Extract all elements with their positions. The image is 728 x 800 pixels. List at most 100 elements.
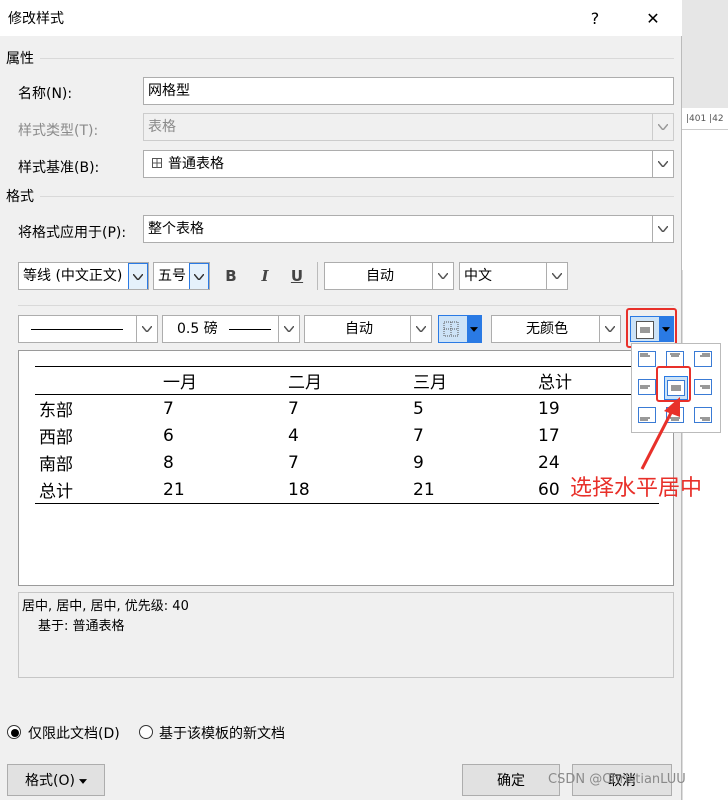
preview-header-cell: 三月 xyxy=(413,373,447,393)
align-top-right-icon[interactable] xyxy=(692,348,714,370)
style-type-select: 表格 xyxy=(143,113,674,141)
preview-row: 南部 8 7 9 24 xyxy=(35,449,659,476)
preview-cell: 7 xyxy=(288,398,299,419)
preview-header-row: 一月 二月 三月 总计 xyxy=(35,366,659,395)
chevron-down-icon xyxy=(410,316,431,342)
chevron-down-icon xyxy=(652,216,673,242)
description-line: 居中, 居中, 居中, 优先级: 40 xyxy=(22,599,189,614)
preview-cell: 西部 xyxy=(39,428,73,448)
preview-cell: 21 xyxy=(413,479,435,500)
borders-button[interactable] xyxy=(438,315,482,343)
apply-to-value: 整个表格 xyxy=(148,221,204,237)
font-color-value: 自动 xyxy=(366,268,394,284)
close-button[interactable]: ✕ xyxy=(640,5,666,31)
watermark: CSDN @ChristianLUU xyxy=(548,772,686,787)
border-weight-select[interactable]: 0.5 磅 xyxy=(162,315,300,343)
script-select[interactable]: 中文 xyxy=(459,262,568,290)
preview-cell: 7 xyxy=(413,425,424,446)
title-bar: 修改样式 ? ✕ xyxy=(0,0,682,36)
font-select[interactable]: 等线 (中文正文) xyxy=(18,262,149,290)
preview-cell: 18 xyxy=(288,479,310,500)
align-top-left-icon[interactable] xyxy=(636,348,658,370)
preview-cell: 21 xyxy=(163,479,185,500)
chevron-down-icon xyxy=(599,316,620,342)
name-label: 名称(N): xyxy=(18,86,73,102)
style-type-label: 样式类型(T): xyxy=(18,123,99,139)
chevron-down-icon xyxy=(467,316,481,342)
shading-select[interactable]: 无颜色 xyxy=(491,315,621,343)
radio-this-document[interactable] xyxy=(7,725,21,739)
preview-row: 总计 21 18 21 60 xyxy=(35,476,659,504)
font-value: 等线 (中文正文) xyxy=(23,268,123,284)
properties-divider xyxy=(40,58,674,59)
underline-button[interactable]: U xyxy=(283,262,311,290)
table-grid-icon xyxy=(152,151,162,177)
italic-button[interactable]: I xyxy=(251,262,279,290)
align-middle-right-icon[interactable] xyxy=(692,376,714,398)
shading-value: 无颜色 xyxy=(526,321,568,337)
background-page xyxy=(682,130,728,270)
line-weight-icon xyxy=(229,329,271,330)
preview-cell: 9 xyxy=(413,452,424,473)
radio-new-template-label[interactable]: 基于该模板的新文档 xyxy=(159,723,285,743)
format-button-label: 格式(O) xyxy=(25,773,75,789)
font-color-select[interactable]: 自动 xyxy=(324,262,454,290)
preview-cell: 东部 xyxy=(39,401,73,421)
toolbar-divider xyxy=(18,305,674,306)
preview-table: 一月 二月 三月 总计 东部 7 7 5 19 西部 6 4 7 17 南部 8… xyxy=(35,366,659,504)
preview-cell: 6 xyxy=(163,425,174,446)
preview-row: 西部 6 4 7 17 xyxy=(35,422,659,449)
caret-down-icon xyxy=(78,772,87,788)
chevron-down-icon xyxy=(136,316,157,342)
help-icon: ? xyxy=(590,8,600,28)
radio-new-template-documents[interactable] xyxy=(139,725,153,739)
preview-header-cell: 二月 xyxy=(288,373,322,393)
properties-section-title: 属性 xyxy=(6,51,34,67)
preview-header-cell xyxy=(35,367,159,395)
help-button[interactable]: ? xyxy=(582,5,608,31)
name-input[interactable]: 网格型 xyxy=(143,77,674,105)
chevron-down-icon xyxy=(128,263,148,289)
radio-this-document-label[interactable]: 仅限此文档(D) xyxy=(28,723,120,743)
border-color-select[interactable]: 自动 xyxy=(304,315,432,343)
style-type-value: 表格 xyxy=(148,119,176,135)
ok-button[interactable]: 确定 xyxy=(462,764,560,796)
font-size-value: 五号 xyxy=(158,268,186,284)
preview-cell: 5 xyxy=(413,398,424,419)
border-color-value: 自动 xyxy=(345,321,373,337)
preview-cell: 总计 xyxy=(39,482,73,502)
border-style-select[interactable] xyxy=(18,315,158,343)
chevron-down-icon xyxy=(546,263,567,289)
chevron-down-icon xyxy=(652,114,673,140)
preview-cell: 7 xyxy=(288,452,299,473)
apply-to-label: 将格式应用于(P): xyxy=(18,225,127,241)
align-bottom-right-icon[interactable] xyxy=(692,404,714,426)
preview-cell: 南部 xyxy=(39,455,73,475)
preview-cell: 7 xyxy=(163,398,174,419)
style-base-value: 普通表格 xyxy=(168,156,224,172)
chevron-down-icon xyxy=(278,316,299,342)
preview-cell: 8 xyxy=(163,452,174,473)
style-base-select[interactable]: 普通表格 xyxy=(143,150,674,178)
font-size-select[interactable]: 五号 xyxy=(153,262,210,290)
apply-to-select[interactable]: 整个表格 xyxy=(143,215,674,243)
style-base-label: 样式基准(B): xyxy=(18,160,100,176)
format-section-title: 格式 xyxy=(6,189,34,205)
chevron-down-icon xyxy=(189,263,209,289)
chevron-down-icon xyxy=(432,263,453,289)
format-button[interactable]: 格式(O) xyxy=(7,764,105,796)
bold-button[interactable]: B xyxy=(217,262,245,290)
border-weight-value: 0.5 磅 xyxy=(177,321,218,337)
dialog-title: 修改样式 xyxy=(8,11,64,27)
annotation-text: 选择水平居中 xyxy=(570,476,703,501)
style-preview: 一月 二月 三月 总计 东部 7 7 5 19 西部 6 4 7 17 南部 8… xyxy=(18,350,674,586)
background-ruler: |401 |42 xyxy=(682,108,728,130)
preview-header-cell: 一月 xyxy=(163,373,197,393)
style-description: 居中, 居中, 居中, 优先级: 40 基于: 普通表格 xyxy=(18,592,674,678)
line-style-icon xyxy=(31,329,123,330)
close-icon: ✕ xyxy=(646,8,660,28)
format-divider xyxy=(40,196,674,197)
border-grid-icon xyxy=(443,321,459,341)
preview-row: 东部 7 7 5 19 xyxy=(35,395,659,423)
preview-cell: 4 xyxy=(288,425,299,446)
